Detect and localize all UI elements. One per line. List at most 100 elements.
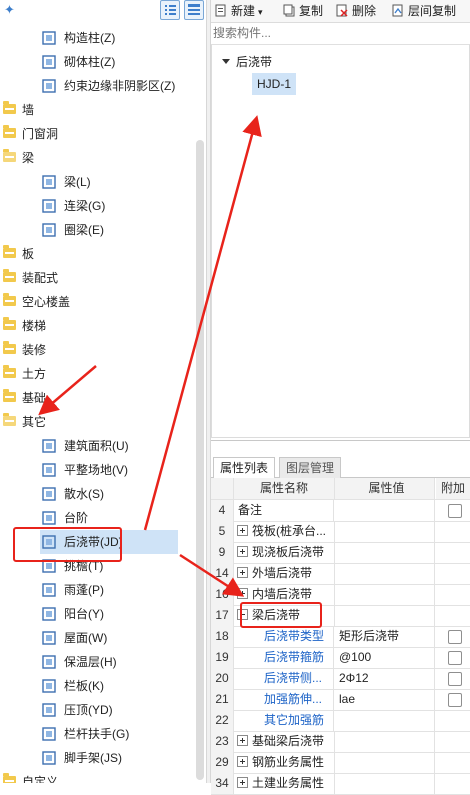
tree-item[interactable]: 梁(L)	[0, 170, 196, 194]
tree-category[interactable]: 空心楼盖	[0, 290, 196, 314]
property-value[interactable]	[335, 731, 435, 752]
tree-item[interactable]: 建筑面积(U)	[0, 434, 196, 458]
attach-checkbox[interactable]	[448, 693, 462, 707]
row-number: 22	[211, 710, 234, 731]
expand-icon[interactable]	[237, 567, 248, 578]
tree-item[interactable]: 后浇带(JD)	[40, 530, 178, 554]
property-add-cell	[436, 710, 470, 731]
tree-item-label: 建筑面积(U)	[64, 439, 129, 453]
tree-category[interactable]: 其它	[0, 410, 196, 434]
tree-item[interactable]: 压顶(YD)	[0, 698, 196, 722]
tree-category[interactable]: 板	[0, 242, 196, 266]
property-row[interactable]: 22 其它加强筋	[211, 710, 470, 732]
tree-item[interactable]: 挑檐(T)	[0, 554, 196, 578]
tree-item[interactable]: 屋面(W)	[0, 626, 196, 650]
tree-category[interactable]: 基础	[0, 386, 196, 410]
pin-icon[interactable]: ✦	[4, 2, 15, 18]
tree-item[interactable]: 雨蓬(P)	[0, 578, 196, 602]
tree-category[interactable]: 土方	[0, 362, 196, 386]
expand-icon[interactable]	[237, 525, 248, 536]
property-row[interactable]: 4 备注	[211, 500, 470, 522]
component-item[interactable]: HJD-1	[252, 73, 297, 95]
property-value[interactable]	[335, 752, 435, 773]
property-value[interactable]	[335, 521, 435, 542]
property-row[interactable]: 17 梁后浇带	[211, 605, 470, 627]
component-group[interactable]: 后浇带	[222, 53, 272, 71]
property-row[interactable]: 21 加强筋伸... lae	[211, 689, 470, 711]
property-value[interactable]: 2Φ12	[335, 668, 435, 689]
collapse-icon[interactable]	[237, 609, 248, 620]
property-row[interactable]: 34 土建业务属性	[211, 773, 470, 795]
property-row[interactable]: 19 后浇带箍筋 @100	[211, 647, 470, 669]
property-grid-header: 属性名称 属性值 附加	[211, 478, 470, 500]
tree-item[interactable]: 栏杆扶手(G)	[0, 722, 196, 746]
tree-category-label: 基础	[22, 391, 47, 405]
property-add-cell	[436, 605, 470, 626]
tree-item[interactable]: 脚手架(JS)	[0, 746, 196, 770]
tab-layer-manager[interactable]: 图层管理	[279, 457, 342, 478]
tree-category[interactable]: 装修	[0, 338, 196, 362]
floor-copy-button[interactable]: 层间复制	[392, 2, 456, 20]
tree-item[interactable]: 散水(S)	[0, 482, 196, 506]
expand-icon[interactable]	[237, 588, 248, 599]
property-row[interactable]: 23 基础梁后浇带	[211, 731, 470, 753]
property-value[interactable]	[335, 605, 435, 626]
tree-item[interactable]: 保温层(H)	[0, 650, 196, 674]
property-row[interactable]: 14 外墙后浇带	[211, 563, 470, 585]
tree-item[interactable]: 约束边缘非阴影区(Z)	[0, 74, 196, 98]
property-value[interactable]	[335, 773, 435, 794]
property-value[interactable]	[335, 542, 435, 563]
property-value[interactable]: 矩形后浇带	[335, 626, 435, 647]
column-icon	[42, 31, 56, 45]
tree-category[interactable]: 自定义	[0, 770, 196, 783]
attach-checkbox[interactable]	[448, 630, 462, 644]
property-value[interactable]	[335, 584, 435, 605]
property-row[interactable]: 16 内墙后浇带	[211, 584, 470, 606]
balcony-icon	[42, 607, 56, 621]
tree-item[interactable]: 砌体柱(Z)	[0, 50, 196, 74]
tree-category[interactable]: 门窗洞	[0, 122, 196, 146]
property-name: 钢筋业务属性	[234, 752, 335, 773]
tree-category[interactable]: 装配式	[0, 266, 196, 290]
tree-category[interactable]: 楼梯	[0, 314, 196, 338]
expand-icon[interactable]	[237, 735, 248, 746]
property-row[interactable]: 5 筏板(桩承台...	[211, 521, 470, 543]
property-row[interactable]: 9 现浇板后浇带	[211, 542, 470, 564]
property-row[interactable]: 29 钢筋业务属性	[211, 752, 470, 774]
component-panel: 新建▾ 复制 删除 层间复制 后浇带 HJD-1 属性列表 图层管理 属性名称 …	[211, 0, 470, 795]
tree-item[interactable]: 台阶	[0, 506, 196, 530]
attach-checkbox[interactable]	[448, 672, 462, 686]
area-icon	[42, 439, 56, 453]
tree-scrollbar[interactable]	[196, 140, 204, 780]
tree-category[interactable]: 梁	[0, 146, 196, 170]
new-button[interactable]: 新建 ▾	[215, 2, 263, 20]
property-value[interactable]	[335, 500, 435, 521]
row-number: 34	[211, 773, 234, 794]
property-value[interactable]	[335, 710, 435, 731]
copy-button[interactable]: 复制	[283, 2, 323, 20]
tree-item[interactable]: 栏板(K)	[0, 674, 196, 698]
property-add-cell	[436, 626, 470, 647]
list-view-icon[interactable]	[160, 0, 180, 20]
expand-icon[interactable]	[237, 756, 248, 767]
tree-item[interactable]: 平整场地(V)	[0, 458, 196, 482]
tree-item[interactable]: 阳台(Y)	[0, 602, 196, 626]
component-search-input[interactable]	[213, 24, 467, 42]
attach-checkbox[interactable]	[448, 651, 462, 665]
tree-category[interactable]: 墙	[0, 98, 196, 122]
tree-item-label: 挑檐(T)	[64, 559, 104, 573]
tree-item[interactable]: 圈梁(E)	[0, 218, 196, 242]
property-value[interactable]: lae	[335, 689, 435, 710]
delete-button[interactable]: 删除	[336, 2, 376, 20]
property-value[interactable]	[335, 563, 435, 584]
expand-icon[interactable]	[237, 546, 248, 557]
property-row[interactable]: 20 后浇带侧... 2Φ12	[211, 668, 470, 690]
tab-property-list[interactable]: 属性列表	[213, 457, 276, 478]
tree-item[interactable]: 构造柱(Z)	[0, 26, 196, 50]
delete-icon	[336, 4, 348, 17]
property-value[interactable]: @100	[335, 647, 435, 668]
detail-view-icon[interactable]	[184, 0, 204, 20]
property-row[interactable]: 18 后浇带类型 矩形后浇带	[211, 626, 470, 648]
attach-checkbox[interactable]	[448, 504, 462, 518]
tree-item[interactable]: 连梁(G)	[0, 194, 196, 218]
